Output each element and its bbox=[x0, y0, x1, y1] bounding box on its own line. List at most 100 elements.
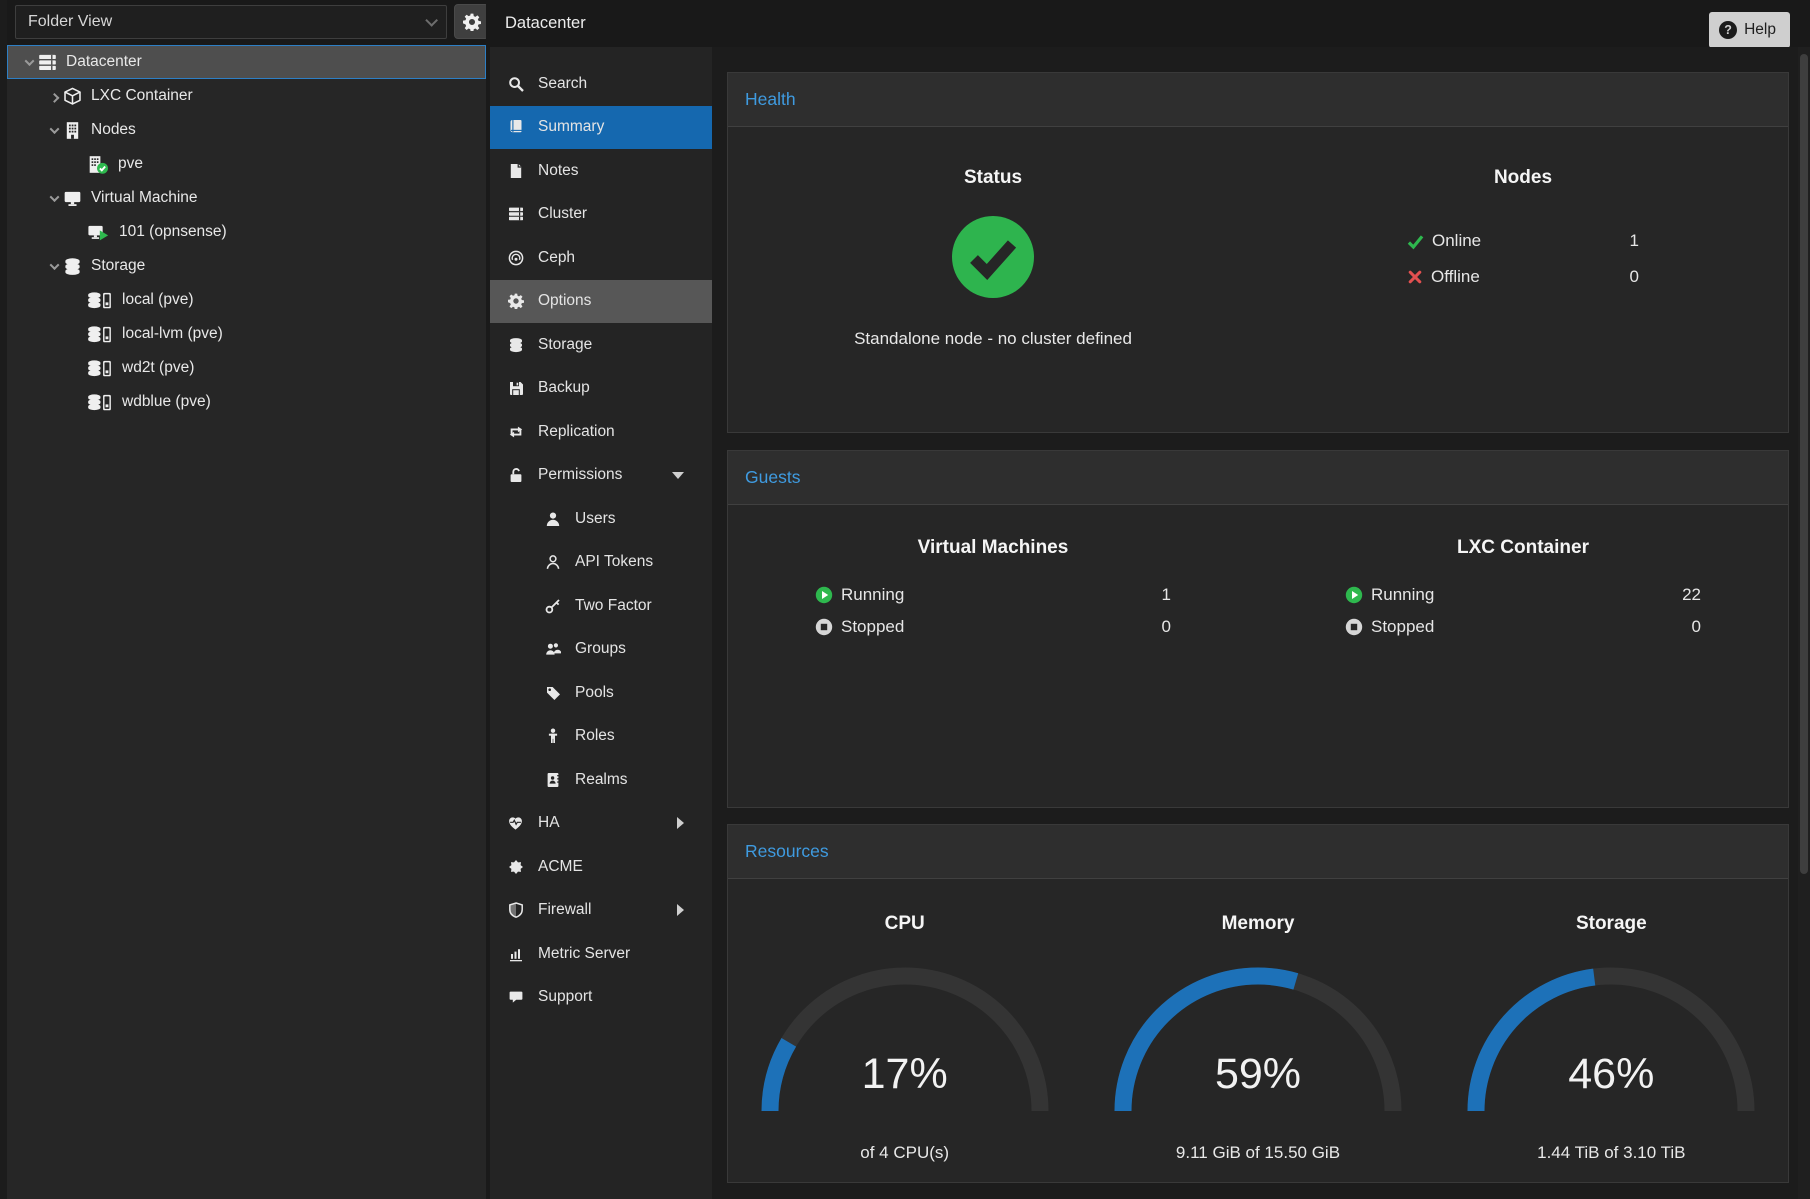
tree-item-storage-local-lvm[interactable]: local-lvm (pve) bbox=[7, 317, 486, 351]
monitor-play-icon bbox=[87, 223, 110, 242]
menu-item-groups[interactable]: Groups bbox=[490, 628, 712, 672]
gear-icon bbox=[505, 293, 526, 309]
menu-item-api-tokens[interactable]: API Tokens bbox=[490, 541, 712, 585]
tree-item-label: local-lvm (pve) bbox=[122, 325, 223, 343]
menu-item-permissions[interactable]: Permissions bbox=[490, 454, 712, 498]
health-panel-header: Health bbox=[728, 73, 1788, 127]
menu-item-pools[interactable]: Pools bbox=[490, 671, 712, 715]
bar-chart-icon bbox=[505, 946, 526, 962]
tree-item-lxc-container[interactable]: LXC Container bbox=[7, 79, 486, 113]
row-label: Online bbox=[1432, 231, 1481, 251]
chevron-right-icon[interactable] bbox=[677, 817, 684, 829]
vm-heading: Virtual Machines bbox=[918, 537, 1069, 559]
tree-item-datacenter[interactable]: Datacenter bbox=[7, 45, 486, 79]
tree-settings-button[interactable] bbox=[454, 4, 489, 39]
tree-item-pve[interactable]: pve bbox=[7, 147, 486, 181]
vertical-scrollbar[interactable] bbox=[1798, 47, 1810, 1199]
menu-item-label: Metric Server bbox=[538, 945, 630, 963]
tree-item-label: local (pve) bbox=[122, 291, 194, 309]
search-icon bbox=[505, 76, 526, 92]
page-title: Datacenter bbox=[505, 14, 586, 33]
database-drive-icon bbox=[87, 291, 113, 310]
database-drive-icon bbox=[87, 393, 113, 412]
view-selector-dropdown[interactable]: Folder View bbox=[15, 5, 447, 39]
key-icon bbox=[542, 598, 563, 614]
menu-item-two-factor[interactable]: Two Factor bbox=[490, 584, 712, 628]
menu-item-roles[interactable]: Roles bbox=[490, 715, 712, 759]
expand-arrow-icon[interactable] bbox=[45, 93, 63, 100]
menu-item-label: Notes bbox=[538, 162, 579, 180]
menu-item-replication[interactable]: Replication bbox=[490, 410, 712, 454]
memory-percent: 59% bbox=[1108, 1050, 1408, 1099]
tree-toolbar: Folder View bbox=[7, 0, 486, 45]
row-value: 0 bbox=[1692, 617, 1701, 637]
menu-item-label: Groups bbox=[575, 640, 626, 658]
book-icon bbox=[505, 119, 526, 135]
menu-item-cluster[interactable]: Cluster bbox=[490, 193, 712, 237]
nodes-status-column: Nodes Online 1 Offline 0 bbox=[1258, 127, 1788, 349]
menu-item-ceph[interactable]: Ceph bbox=[490, 236, 712, 280]
tree-item-storage-wd2t[interactable]: wd2t (pve) bbox=[7, 351, 486, 385]
stop-circle-icon bbox=[1345, 618, 1363, 636]
memory-gauge-column: Memory 59% 9.11 GiB of 15.50 GiB bbox=[1081, 879, 1434, 1163]
tree-item-storage[interactable]: Storage bbox=[7, 249, 486, 283]
panel-title: Guests bbox=[745, 467, 800, 488]
scrollbar-thumb[interactable] bbox=[1800, 54, 1808, 874]
menu-item-firewall[interactable]: Firewall bbox=[490, 889, 712, 933]
menu-item-storage[interactable]: Storage bbox=[490, 323, 712, 367]
chevron-down-icon[interactable] bbox=[672, 472, 684, 479]
building-check-icon bbox=[87, 155, 109, 174]
collapse-arrow-icon[interactable] bbox=[20, 59, 38, 66]
menu-item-ha[interactable]: HA bbox=[490, 802, 712, 846]
storage-gauge: 46% bbox=[1461, 961, 1761, 1121]
floppy-icon bbox=[505, 380, 526, 396]
tree-item-label: Nodes bbox=[91, 121, 136, 139]
cpu-percent: 17% bbox=[755, 1050, 1055, 1099]
status-ok-icon bbox=[951, 215, 1035, 299]
menu-item-summary[interactable]: Summary bbox=[490, 106, 712, 150]
collapse-arrow-icon[interactable] bbox=[45, 195, 63, 202]
menu-item-realms[interactable]: Realms bbox=[490, 758, 712, 802]
storage-heading: Storage bbox=[1576, 913, 1647, 935]
cross-icon bbox=[1407, 269, 1423, 285]
play-circle-icon bbox=[1345, 586, 1363, 604]
check-icon bbox=[1407, 233, 1424, 250]
memory-heading: Memory bbox=[1222, 913, 1295, 935]
row-label: Running bbox=[1371, 585, 1434, 605]
menu-item-backup[interactable]: Backup bbox=[490, 367, 712, 411]
sync-arrows-icon bbox=[505, 424, 526, 440]
question-icon: ? bbox=[1719, 21, 1737, 39]
menu-item-label: Search bbox=[538, 75, 587, 93]
menu-item-options[interactable]: Options bbox=[490, 280, 712, 324]
help-button[interactable]: ? Help bbox=[1709, 12, 1790, 48]
tree-item-nodes[interactable]: Nodes bbox=[7, 113, 486, 147]
menu-item-support[interactable]: Support bbox=[490, 976, 712, 1020]
menu-item-users[interactable]: Users bbox=[490, 497, 712, 541]
row-label: Stopped bbox=[841, 617, 904, 637]
tree-item-virtual-machine[interactable]: Virtual Machine bbox=[7, 181, 486, 215]
menu-item-metric-server[interactable]: Metric Server bbox=[490, 932, 712, 976]
user-icon bbox=[542, 511, 563, 527]
tree-item-label: wdblue (pve) bbox=[122, 393, 211, 411]
view-selector-value: Folder View bbox=[28, 13, 112, 31]
collapse-arrow-icon[interactable] bbox=[45, 263, 63, 270]
chevron-right-icon[interactable] bbox=[677, 904, 684, 916]
row-value: 0 bbox=[1630, 267, 1639, 287]
tree-item-vm-101[interactable]: 101 (opnsense) bbox=[7, 215, 486, 249]
status-message: Standalone node - no cluster defined bbox=[854, 329, 1132, 349]
row-value: 0 bbox=[1162, 617, 1171, 637]
menu-item-search[interactable]: Search bbox=[490, 62, 712, 106]
collapse-arrow-icon[interactable] bbox=[45, 127, 63, 134]
tag-icon bbox=[542, 685, 563, 701]
menu-item-acme[interactable]: ACME bbox=[490, 845, 712, 889]
guests-panel-header: Guests bbox=[728, 451, 1788, 505]
tree-item-storage-wdblue[interactable]: wdblue (pve) bbox=[7, 385, 486, 419]
menu-item-label: Firewall bbox=[538, 901, 591, 919]
menu-item-notes[interactable]: Notes bbox=[490, 149, 712, 193]
menu-item-label: Support bbox=[538, 988, 592, 1006]
menu-item-label: Options bbox=[538, 292, 591, 310]
menu-item-label: Replication bbox=[538, 423, 615, 441]
tree-item-storage-local[interactable]: local (pve) bbox=[7, 283, 486, 317]
ceph-icon bbox=[505, 250, 526, 266]
chat-bubble-icon bbox=[505, 989, 526, 1005]
